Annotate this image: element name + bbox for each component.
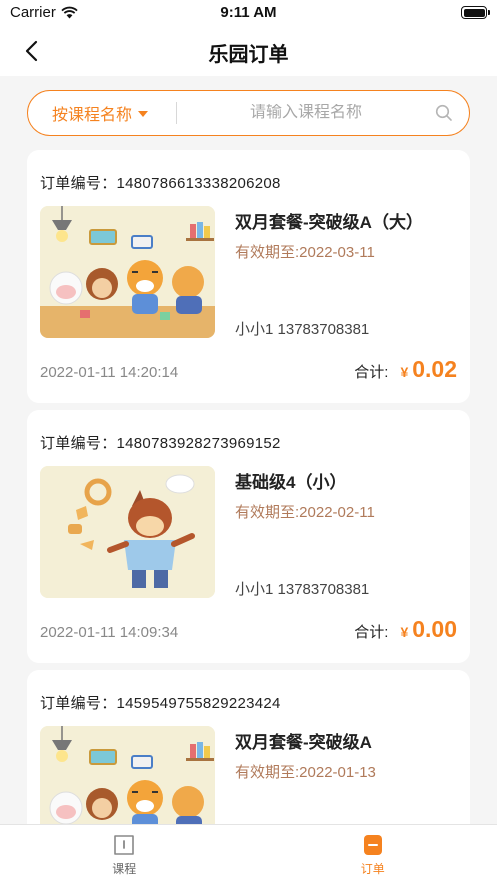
tab-bar: 课程 订单 <box>0 824 497 883</box>
student-info: 小小1 13783708381 <box>235 321 370 338</box>
search-area: 按课程名称 <box>0 76 497 146</box>
course-name: 双月套餐-突破级A（大） <box>235 213 423 232</box>
order-total: 合计: ¥ 0.00 <box>354 616 457 643</box>
currency-symbol: ¥ <box>400 624 409 640</box>
course-name: 双月套餐-突破级A <box>235 733 372 752</box>
total-label: 合计: <box>354 364 389 381</box>
order-total: 合计: ¥ 0.02 <box>354 356 457 383</box>
course-name: 基础级4（小） <box>235 473 347 492</box>
caret-down-icon <box>138 111 149 117</box>
order-time: 2022-01-11 14:09:34 <box>40 624 179 641</box>
order-number: 订单编号：1480786613338206208 <box>40 175 281 192</box>
course-thumbnail <box>40 206 215 338</box>
order-card[interactable]: 订单编号：1480786613338206208 双月套餐-突破级A（大） 有效… <box>27 150 470 403</box>
order-number: 订单编号：1459549755829223424 <box>40 695 281 712</box>
total-amount: 0.02 <box>412 356 457 382</box>
battery-icon <box>461 6 490 19</box>
valid-until: 有效期至:2022-03-11 <box>235 244 375 261</box>
classroom-cartoon-image <box>40 206 215 338</box>
cartoon-horse-chef-image <box>40 466 215 598</box>
book-icon <box>114 835 135 855</box>
search-bar: 按课程名称 <box>27 90 470 136</box>
tab-orders-label: 订单 <box>360 862 385 876</box>
valid-until: 有效期至:2022-01-13 <box>235 764 376 781</box>
search-filter-label: 按课程名称 <box>52 107 133 124</box>
student-info: 小小1 13783708381 <box>235 581 370 598</box>
tab-courses-label: 课程 <box>112 862 137 876</box>
currency-symbol: ¥ <box>400 364 409 380</box>
search-input[interactable] <box>177 104 429 122</box>
order-icon <box>363 835 382 855</box>
search-icon <box>435 104 452 121</box>
total-label: 合计: <box>354 624 389 641</box>
status-bar: Carrier 9:11 AM <box>0 0 497 26</box>
order-number: 订单编号：1480783928273969152 <box>40 435 281 452</box>
nav-bar: 乐园订单 <box>0 26 497 76</box>
search-button[interactable] <box>429 104 469 122</box>
tab-courses[interactable]: 课程 <box>0 825 249 883</box>
clock: 9:11 AM <box>220 4 277 21</box>
order-time: 2022-01-11 14:20:14 <box>40 364 179 381</box>
search-filter-dropdown[interactable]: 按课程名称 <box>28 101 176 125</box>
course-thumbnail <box>40 466 215 598</box>
page-title: 乐园订单 <box>208 44 289 66</box>
tab-orders[interactable]: 订单 <box>249 825 497 883</box>
total-amount: 0.00 <box>412 616 457 642</box>
valid-until: 有效期至:2022-02-11 <box>235 504 375 521</box>
order-card[interactable]: 订单编号：1480783928273969152 基础级4（小） 有效期至:20… <box>27 410 470 663</box>
